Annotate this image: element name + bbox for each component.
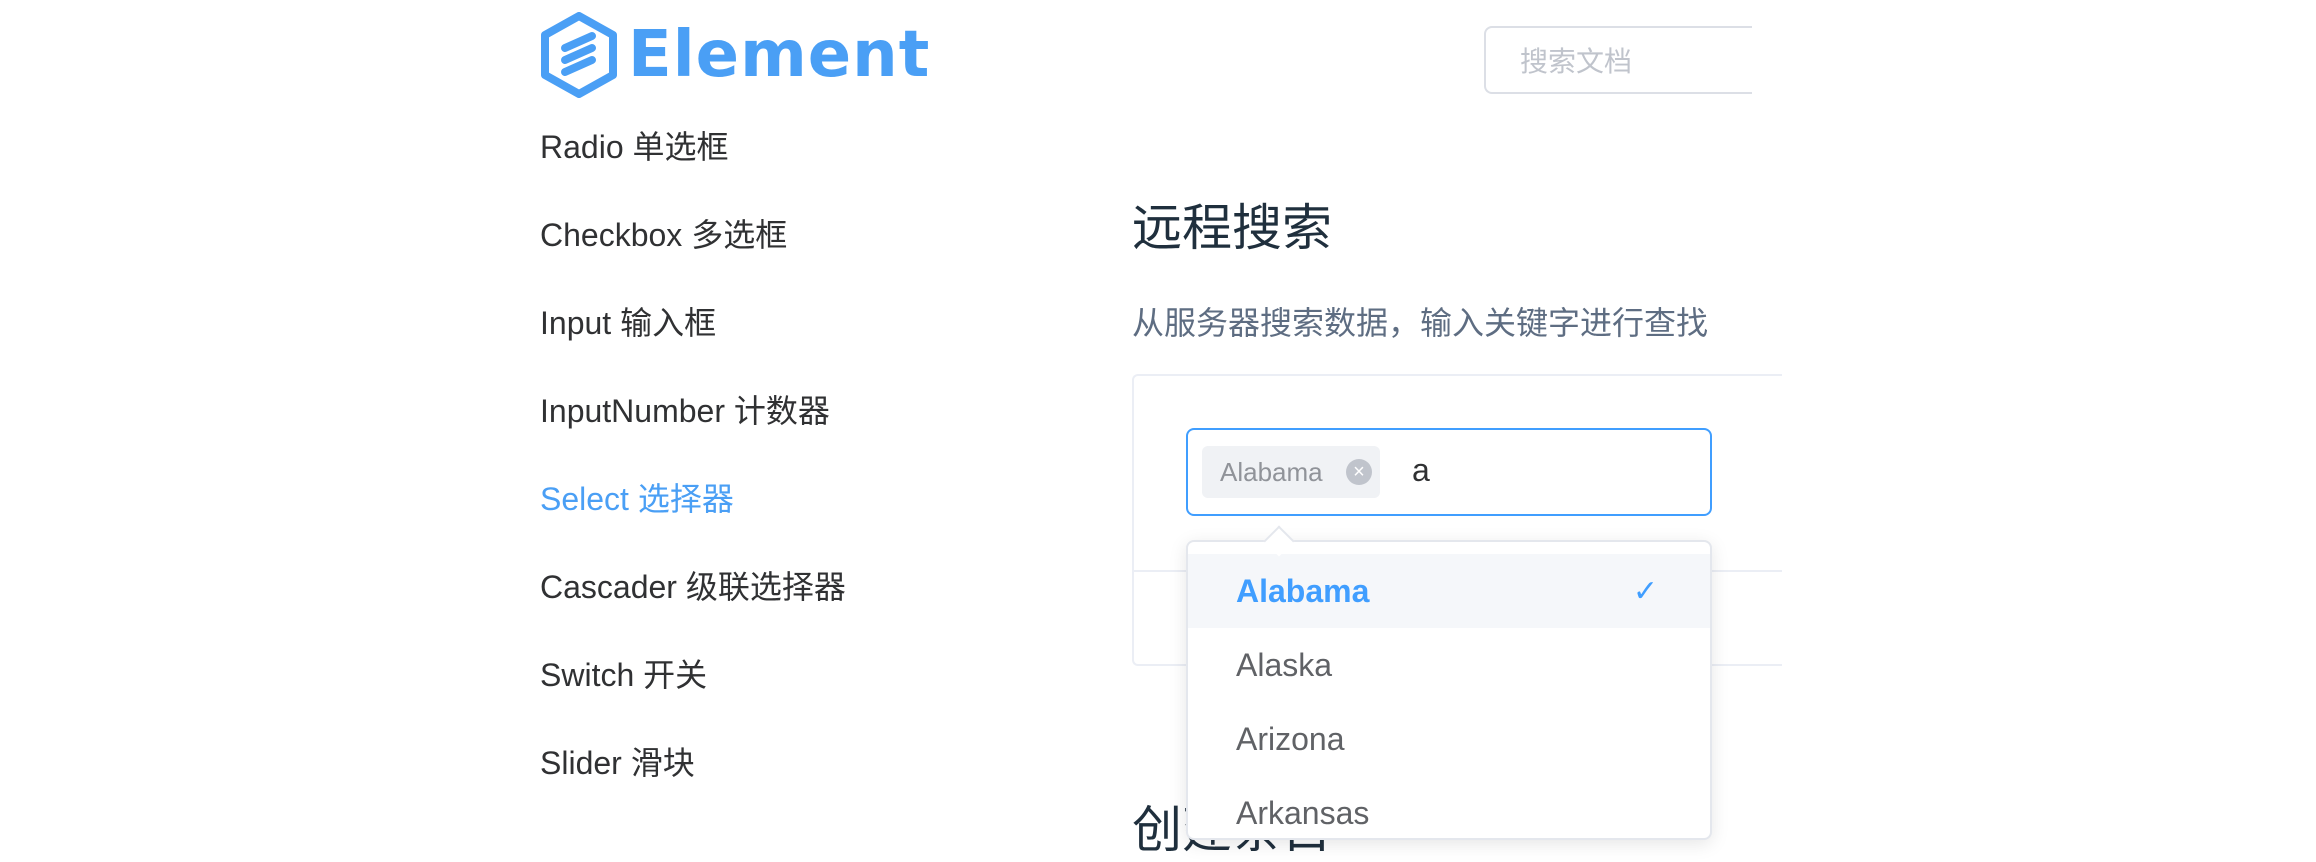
sidebar-item-inputnumber[interactable]: InputNumber 计数器: [540, 386, 830, 432]
tag-close-icon[interactable]: ×: [1346, 459, 1372, 485]
remote-search-select[interactable]: Alabama × a: [1186, 428, 1712, 516]
option-arizona[interactable]: Arizona: [1188, 702, 1710, 776]
option-label: Alabama: [1236, 572, 1370, 609]
sidebar-item-slider[interactable]: Slider 滑块: [540, 738, 695, 784]
element-logo-icon: [541, 12, 617, 98]
select-dropdown: Alabama ✓ Alaska Arizona Arkansas: [1186, 540, 1712, 840]
option-label: Alaska: [1236, 646, 1333, 683]
tag-label: Alabama: [1220, 456, 1323, 487]
option-label: Arkansas: [1236, 794, 1370, 831]
top-header: Element 搜索文档: [0, 0, 2316, 120]
option-alabama[interactable]: Alabama ✓: [1188, 554, 1710, 628]
sidebar-item-select[interactable]: Select 选择器: [540, 474, 734, 520]
logo-text: Element: [628, 18, 931, 92]
doc-search-input[interactable]: 搜索文档: [1484, 26, 1752, 94]
search-query-input[interactable]: a: [1412, 452, 1430, 489]
checkmark-icon: ✓: [1632, 575, 1658, 608]
element-logo[interactable]: Element: [540, 12, 930, 98]
sidebar-nav: Radio 单选框 Checkbox 多选框 Input 输入框 InputNu…: [540, 0, 1040, 816]
sidebar-item-input[interactable]: Input 输入框: [540, 298, 716, 344]
sidebar-item-radio[interactable]: Radio 单选框: [540, 122, 729, 168]
section-description: 从服务器搜索数据，输入关键字进行查找: [1132, 305, 1709, 341]
selected-tag: Alabama ×: [1202, 446, 1380, 498]
option-alaska[interactable]: Alaska: [1188, 628, 1710, 702]
option-label: Arizona: [1236, 720, 1345, 757]
section-title: 远程搜索: [1132, 200, 1332, 256]
sidebar-item-checkbox[interactable]: Checkbox 多选框: [540, 210, 787, 256]
sidebar-item-cascader[interactable]: Cascader 级联选择器: [540, 562, 846, 608]
sidebar-item-switch[interactable]: Switch 开关: [540, 650, 707, 696]
option-arkansas[interactable]: Arkansas: [1188, 776, 1710, 838]
